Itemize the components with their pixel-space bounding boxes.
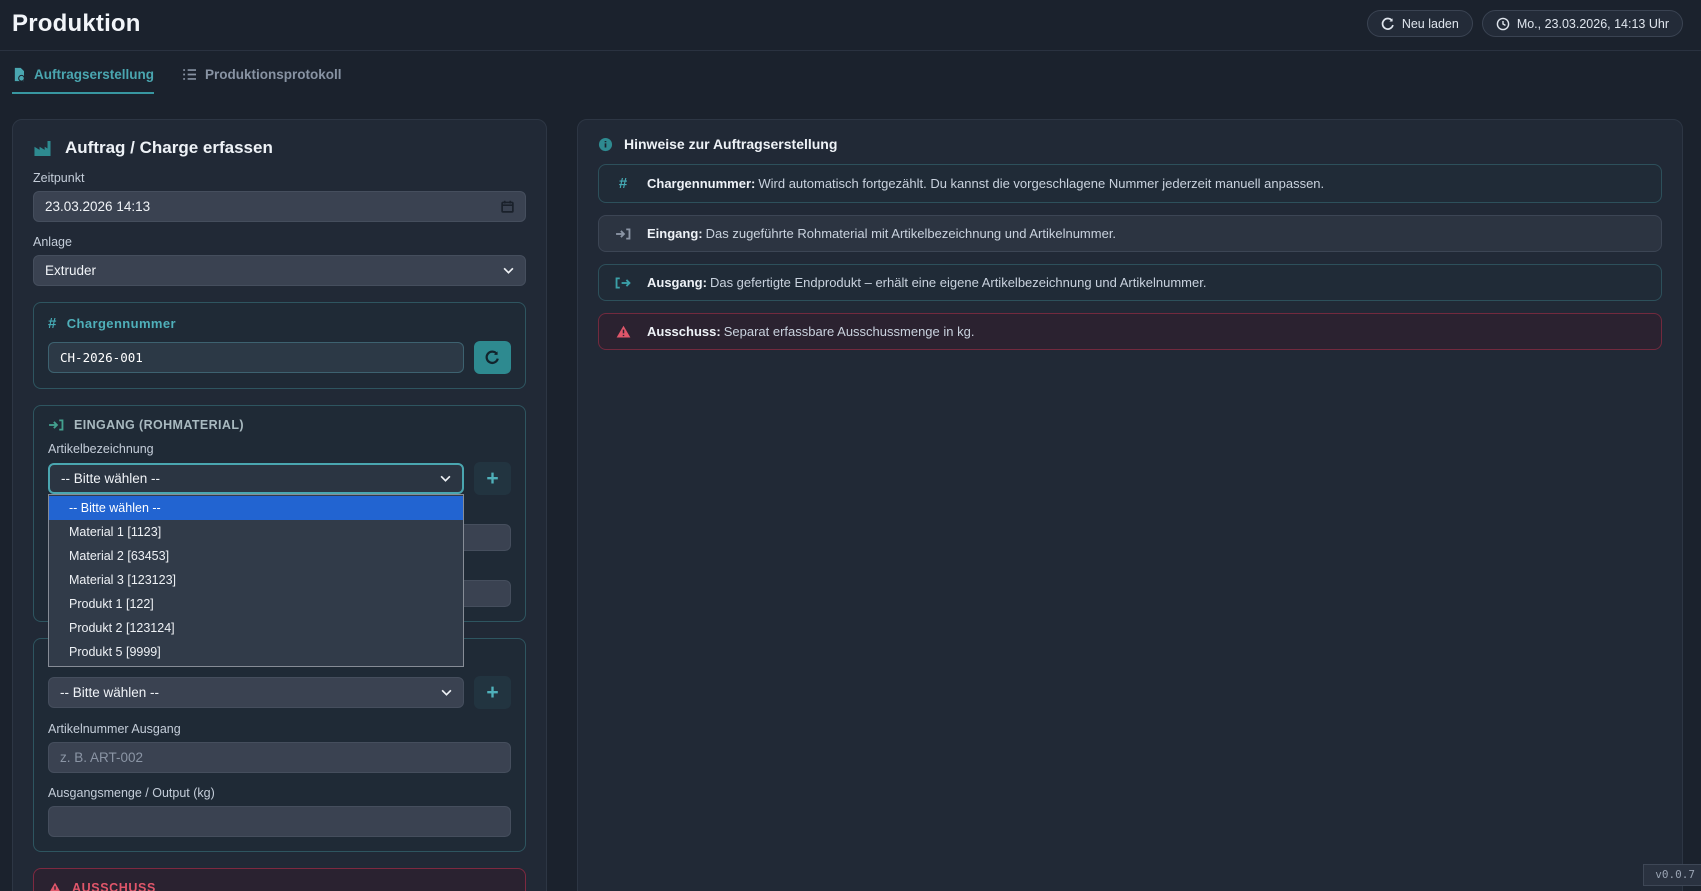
page: Produktion Neu laden Mo., bbox=[0, 0, 1701, 891]
arrow-into-bracket-icon bbox=[614, 228, 632, 240]
datetime-label: Mo., 23.03.2026, 14:13 Uhr bbox=[1517, 17, 1669, 31]
eingang-select-value: -- Bitte wählen -- bbox=[61, 471, 160, 486]
topbar: Produktion Neu laden Mo., bbox=[0, 0, 1701, 38]
anlage-select[interactable]: Extruder bbox=[33, 255, 526, 286]
zeitpunkt-value: 23.03.2026 14:13 bbox=[45, 199, 150, 214]
document-icon bbox=[12, 67, 26, 82]
add-ausgang-artikel-button[interactable]: + bbox=[474, 676, 511, 709]
main-content: Auftrag / Charge erfassen Zeitpunkt 23.0… bbox=[0, 119, 1701, 891]
eingang-header: EINGANG (ROHMATERIAL) bbox=[48, 418, 511, 432]
tab-produktionsprotokoll[interactable]: Produktionsprotokoll bbox=[182, 67, 342, 94]
dropdown-option[interactable]: Produkt 2 [123124] bbox=[49, 616, 463, 640]
reload-label: Neu laden bbox=[1402, 17, 1459, 31]
chargennummer-input[interactable] bbox=[48, 342, 464, 373]
ausgangsmenge-label: Ausgangsmenge / Output (kg) bbox=[48, 786, 511, 800]
chargennummer-header: # Chargennummer bbox=[48, 315, 511, 332]
hints-panel-title: Hinweise zur Auftragserstellung bbox=[598, 136, 1662, 152]
reload-icon bbox=[1381, 17, 1395, 31]
version-badge: v0.0.7 bbox=[1643, 864, 1701, 886]
hint-text: Ausgang:Das gefertigte Endprodukt – erhä… bbox=[647, 275, 1206, 290]
form-panel-title: Auftrag / Charge erfassen bbox=[33, 138, 526, 158]
calendar-icon[interactable] bbox=[501, 200, 514, 213]
chargennummer-label: Chargennummer bbox=[67, 316, 176, 331]
ausschuss-header: AUSSCHUSS bbox=[48, 881, 511, 891]
hints-title-label: Hinweise zur Auftragserstellung bbox=[624, 136, 837, 152]
datetime-badge: Mo., 23.03.2026, 14:13 Uhr bbox=[1482, 10, 1683, 37]
chargennummer-card: # Chargennummer bbox=[33, 302, 526, 389]
chevron-down-icon bbox=[503, 267, 514, 274]
hint-text: Ausschuss:Separat erfassbare Ausschussme… bbox=[647, 324, 974, 339]
chevron-down-icon bbox=[440, 475, 451, 482]
dropdown-option[interactable]: -- Bitte wählen -- bbox=[49, 496, 463, 520]
artikelnummer-ausgang-input[interactable] bbox=[48, 742, 511, 773]
plus-icon: + bbox=[486, 468, 498, 489]
tab-label: Auftragserstellung bbox=[34, 67, 154, 82]
ausgang-artikel-select[interactable]: -- Bitte wählen -- bbox=[48, 677, 464, 708]
regenerate-charge-button[interactable] bbox=[474, 341, 511, 374]
ausgangsmenge-input[interactable] bbox=[48, 806, 511, 837]
hint-ausgang: Ausgang:Das gefertigte Endprodukt – erhä… bbox=[598, 264, 1662, 301]
ausschuss-card: AUSSCHUSS Ausschussmenge (kg) bbox=[33, 868, 526, 891]
plus-icon: + bbox=[486, 682, 498, 703]
tab-label: Produktionsprotokoll bbox=[205, 67, 342, 82]
factory-icon bbox=[33, 140, 52, 157]
list-icon bbox=[182, 68, 197, 81]
hints-panel: Hinweise zur Auftragserstellung # Charge… bbox=[577, 119, 1683, 891]
chargennummer-row bbox=[48, 341, 511, 374]
artikelbezeichnung-label: Artikelbezeichnung bbox=[48, 442, 511, 456]
eingang-artikel-select[interactable]: -- Bitte wählen -- -- Bitte wählen -- Ma… bbox=[48, 463, 464, 494]
arrow-out-of-bracket-icon bbox=[614, 277, 632, 289]
eingang-title: EINGANG (ROHMATERIAL) bbox=[74, 418, 244, 432]
dropdown-option[interactable]: Material 1 [1123] bbox=[49, 520, 463, 544]
zeitpunkt-input[interactable]: 23.03.2026 14:13 bbox=[33, 191, 526, 222]
reload-button[interactable]: Neu laden bbox=[1367, 10, 1473, 37]
hint-chargennummer: # Chargennummer:Wird automatisch fortgez… bbox=[598, 164, 1662, 203]
hint-text: Eingang:Das zugeführte Rohmaterial mit A… bbox=[647, 226, 1116, 241]
chevron-down-icon bbox=[441, 689, 452, 696]
dropdown-option[interactable]: Material 3 [123123] bbox=[49, 568, 463, 592]
ausgang-select-value: -- Bitte wählen -- bbox=[60, 685, 159, 700]
add-eingang-artikel-button[interactable]: + bbox=[474, 462, 511, 495]
artikel-dropdown: -- Bitte wählen -- Material 1 [1123] Mat… bbox=[48, 494, 464, 667]
anlage-label: Anlage bbox=[33, 235, 526, 249]
hint-ausschuss: Ausschuss:Separat erfassbare Ausschussme… bbox=[598, 313, 1662, 350]
clock-icon bbox=[1496, 17, 1510, 31]
refresh-icon bbox=[485, 350, 500, 365]
warning-triangle-icon bbox=[614, 325, 632, 338]
dropdown-option[interactable]: Produkt 5 [9999] bbox=[49, 640, 463, 664]
ausgang-card: -- Bitte wählen -- + Artikelnummer Ausga… bbox=[33, 638, 526, 852]
info-icon bbox=[598, 137, 613, 152]
page-title: Produktion bbox=[12, 10, 141, 38]
tab-bar: Auftragserstellung Produktionsprotokoll bbox=[0, 51, 1701, 94]
tab-auftragserstellung[interactable]: Auftragserstellung bbox=[12, 67, 154, 94]
ausschuss-title: AUSSCHUSS bbox=[72, 881, 156, 891]
anlage-value: Extruder bbox=[45, 263, 96, 278]
artikelnummer-ausgang-label: Artikelnummer Ausgang bbox=[48, 722, 511, 736]
ausgang-select-row: -- Bitte wählen -- + bbox=[48, 676, 511, 709]
dropdown-option[interactable]: Produkt 1 [122] bbox=[49, 592, 463, 616]
eingang-select-row: -- Bitte wählen -- -- Bitte wählen -- Ma… bbox=[48, 462, 511, 495]
hint-eingang: Eingang:Das zugeführte Rohmaterial mit A… bbox=[598, 215, 1662, 252]
topbar-actions: Neu laden Mo., 23.03.2026, 14:13 Uhr bbox=[1367, 10, 1683, 37]
hint-text: Chargennummer:Wird automatisch fortgezäh… bbox=[647, 176, 1324, 191]
warning-triangle-icon bbox=[48, 882, 62, 891]
form-title-label: Auftrag / Charge erfassen bbox=[65, 138, 273, 158]
hash-icon: # bbox=[48, 315, 57, 332]
order-form-panel: Auftrag / Charge erfassen Zeitpunkt 23.0… bbox=[12, 119, 547, 891]
hash-icon: # bbox=[614, 175, 632, 192]
zeitpunkt-label: Zeitpunkt bbox=[33, 171, 526, 185]
eingang-card: EINGANG (ROHMATERIAL) Artikelbezeichnung… bbox=[33, 405, 526, 622]
arrow-into-bracket-icon bbox=[48, 419, 64, 431]
dropdown-option[interactable]: Material 2 [63453] bbox=[49, 544, 463, 568]
